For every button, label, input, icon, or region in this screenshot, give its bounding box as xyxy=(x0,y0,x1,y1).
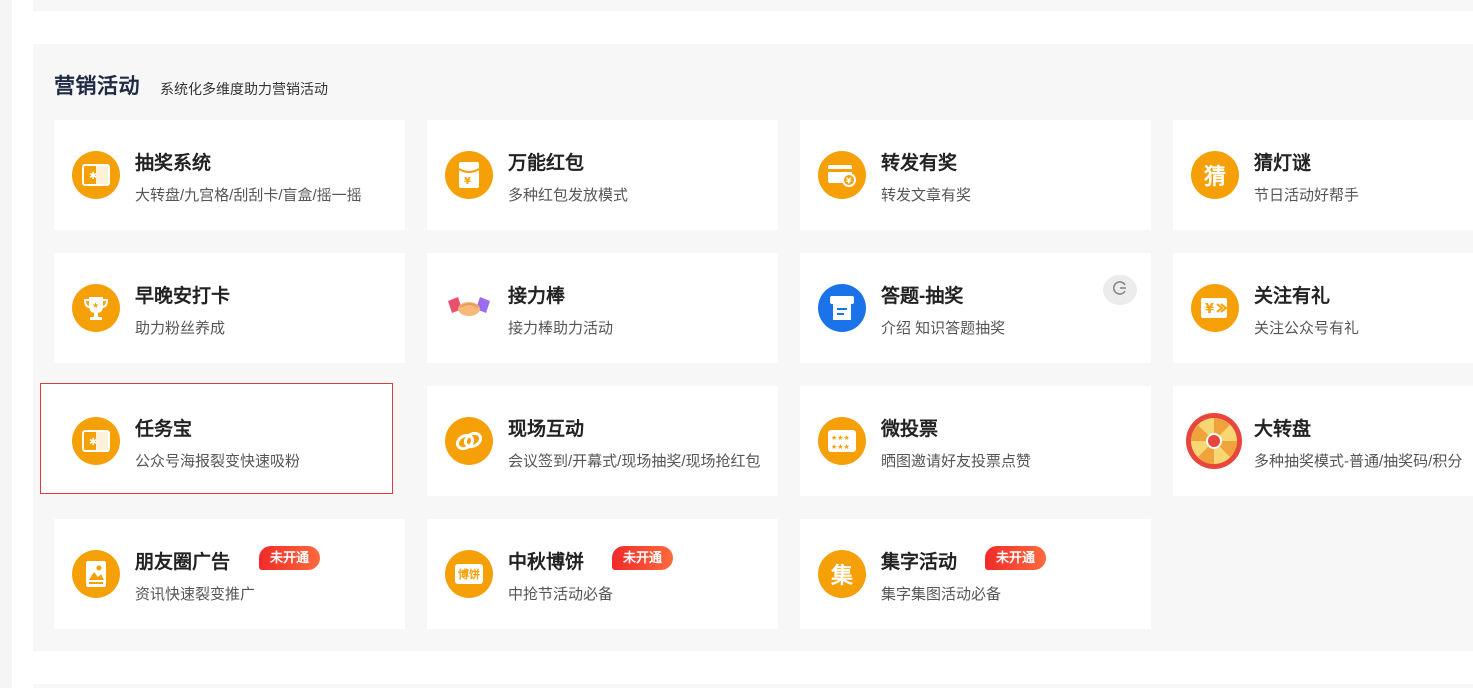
svg-text:★★★: ★★★ xyxy=(831,443,850,451)
card-desc: 集字集图活动必备 xyxy=(881,586,1002,603)
gift-yen-icon: ¥ xyxy=(1191,284,1239,332)
card-desc: 资讯快速裂变推广 xyxy=(135,586,256,603)
trophy-icon: ★ xyxy=(72,284,120,332)
activity-card-moments-ad[interactable]: 朋友圈广告 未开通 资讯快速裂变推广 xyxy=(54,519,405,629)
card-desc: 中抢节活动必备 xyxy=(508,586,614,603)
refresh-button[interactable] xyxy=(1103,275,1137,305)
vote-icon: ★★★ ★★★ xyxy=(818,417,866,465)
card-title: 集字活动 xyxy=(881,552,958,573)
svg-text:★★★: ★★★ xyxy=(831,434,850,442)
card-desc: 会议签到/开幕式/现场抽奖/现场抢红包 xyxy=(508,453,761,470)
mooncake-icon: 博饼 xyxy=(445,550,493,598)
poster-icon xyxy=(72,550,120,598)
mooncake-icon-label: 博饼 xyxy=(455,564,483,584)
svg-text:¥: ¥ xyxy=(464,176,471,187)
previous-section-panel xyxy=(33,0,1473,11)
section-title: 营销活动 xyxy=(54,75,140,98)
card-desc: 多种红包发放模式 xyxy=(508,187,629,204)
card-desc: 大转盘/九宫格/刮刮卡/盲盒/摇一摇 xyxy=(135,187,362,204)
activity-card-riddle[interactable]: 猜 猜灯谜 节日活动好帮手 xyxy=(1173,120,1473,230)
card-desc: 多种抽奖模式-普通/抽奖码/积分 xyxy=(1254,453,1463,470)
svg-text:¥: ¥ xyxy=(846,177,852,186)
card-desc: 节日活动好帮手 xyxy=(1254,187,1360,204)
card-desc: 晒图邀请好友投票点赞 xyxy=(881,453,1032,470)
card-desc: 介绍 知识答题抽奖 xyxy=(881,320,1006,337)
activity-card-red-envelope[interactable]: ¥ 万能红包 多种红包发放模式 xyxy=(427,120,778,230)
activity-card-relay[interactable]: 接力棒 接力棒助力活动 xyxy=(427,253,778,363)
left-margin xyxy=(0,0,12,688)
red-envelope-icon: ¥ xyxy=(445,151,493,199)
card-desc: 助力粉丝养成 xyxy=(135,320,226,337)
wheel-icon xyxy=(1185,412,1243,470)
card-title: 任务宝 xyxy=(135,419,193,440)
svg-text:✱: ✱ xyxy=(89,437,97,448)
riddle-icon: 猜 xyxy=(1191,151,1239,199)
card-desc: 转发文章有奖 xyxy=(881,187,972,204)
activity-card-checkin[interactable]: ★ 早晚安打卡 助力粉丝养成 xyxy=(54,253,405,363)
card-title: 现场互动 xyxy=(508,419,585,440)
card-title: 接力棒 xyxy=(508,286,566,307)
svg-text:✱: ✱ xyxy=(89,171,97,182)
card-title: 微投票 xyxy=(881,419,939,440)
activity-card-follow-gift[interactable]: ¥ 关注有礼 关注公众号有礼 xyxy=(1173,253,1473,363)
next-section-panel xyxy=(33,684,1473,688)
card-title: 答题-抽奖 xyxy=(881,286,964,307)
quiz-icon xyxy=(818,284,866,332)
card-title: 转发有奖 xyxy=(881,153,958,174)
card-title: 早晚安打卡 xyxy=(135,286,231,307)
card-title: 猜灯谜 xyxy=(1254,153,1312,174)
status-badge: 未开通 xyxy=(985,546,1047,570)
status-badge: 未开通 xyxy=(259,546,321,570)
activity-card-mooncake-dice[interactable]: 博饼 中秋博饼 未开通 中抢节活动必备 xyxy=(427,519,778,629)
card-title: 大转盘 xyxy=(1254,419,1312,440)
activity-card-task-treasure[interactable]: ✱ 任务宝 公众号海报裂变快速吸粉 xyxy=(40,383,393,494)
activity-card-vote[interactable]: ★★★ ★★★ 微投票 晒图邀请好友投票点赞 xyxy=(800,386,1151,496)
ticket-icon: ✱ xyxy=(72,417,120,465)
card-title: 中秋博饼 xyxy=(508,552,585,573)
activity-card-live-interaction[interactable]: 现场互动 会议签到/开幕式/现场抽奖/现场抢红包 xyxy=(427,386,778,496)
ticket-icon: ✱ xyxy=(72,151,120,199)
marketing-section: 营销活动 系统化多维度助力营销活动 ✱ 抽奖系统 大转盘/九宫格/刮刮卡/盲盒/… xyxy=(33,44,1473,651)
activity-card-collect-words[interactable]: 集 集字活动 未开通 集字集图活动必备 xyxy=(800,519,1151,629)
card-desc: 关注公众号有礼 xyxy=(1254,320,1360,337)
card-title: 抽奖系统 xyxy=(135,153,212,174)
svg-text:★: ★ xyxy=(92,301,99,310)
status-badge: 未开通 xyxy=(612,546,674,570)
handshake-icon xyxy=(445,284,493,332)
activity-card-lottery[interactable]: ✱ 抽奖系统 大转盘/九宫格/刮刮卡/盲盒/摇一摇 xyxy=(54,120,405,230)
share-card-icon: ¥ xyxy=(818,151,866,199)
card-title: 万能红包 xyxy=(508,153,585,174)
link-icon xyxy=(445,417,493,465)
card-desc: 公众号海报裂变快速吸粉 xyxy=(135,453,301,470)
collect-icon: 集 xyxy=(818,550,866,598)
activity-card-quiz[interactable]: 答题-抽奖 介绍 知识答题抽奖 xyxy=(800,253,1151,363)
refresh-icon xyxy=(1112,280,1128,301)
activity-card-share-reward[interactable]: ¥ 转发有奖 转发文章有奖 xyxy=(800,120,1151,230)
card-desc: 接力棒助力活动 xyxy=(508,320,614,337)
section-subtitle: 系统化多维度助力营销活动 xyxy=(160,81,328,97)
card-title: 朋友圈广告 xyxy=(135,552,231,573)
activity-card-big-wheel[interactable]: 大转盘 多种抽奖模式-普通/抽奖码/积分 xyxy=(1173,386,1473,496)
card-title: 关注有礼 xyxy=(1254,286,1331,307)
svg-text:¥: ¥ xyxy=(1205,302,1214,317)
